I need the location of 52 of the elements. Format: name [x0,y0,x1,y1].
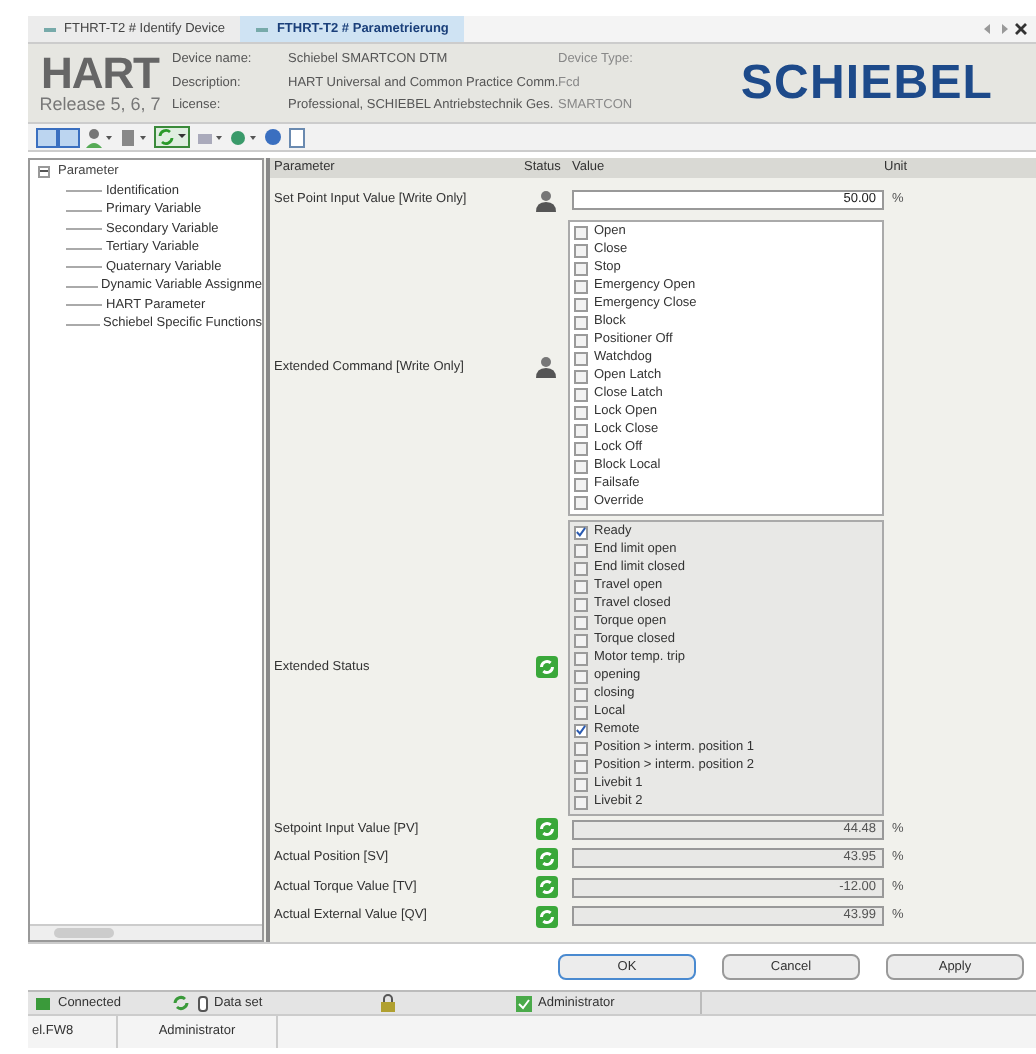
checkbox[interactable] [574,423,588,437]
refresh-icon [535,876,557,899]
lock-icon [380,994,396,1012]
checkbox[interactable] [574,315,588,329]
checkbox[interactable] [574,369,588,383]
checkbox[interactable] [574,495,588,509]
document-icon[interactable] [288,127,306,147]
refresh-icon [535,847,557,870]
refresh-icon [172,994,190,1012]
checkbox[interactable] [574,615,588,629]
checkbox[interactable] [574,243,588,257]
checkbox[interactable] [574,261,588,275]
refresh-icon[interactable] [154,126,190,148]
person-icon [536,356,556,378]
checkbox[interactable] [574,795,588,809]
release-label: Release 5, 6, 7 [39,93,161,113]
checkbox[interactable] [574,525,588,539]
refresh-icon [535,818,557,841]
checkbox[interactable] [574,741,588,755]
checkbox[interactable] [574,651,588,665]
checkbox[interactable] [574,723,588,737]
checkbox[interactable] [574,351,588,365]
checkbox[interactable] [574,543,588,557]
device-icon[interactable] [120,127,148,147]
checkbox[interactable] [574,225,588,239]
brand-logo: SCHIEBEL [740,53,994,113]
checkbox[interactable] [574,579,588,593]
checkbox[interactable] [574,405,588,419]
checkbox[interactable] [574,279,588,293]
person-icon[interactable] [86,127,114,147]
checkbox[interactable] [574,705,588,719]
checkbox[interactable] [574,759,588,773]
checkbox[interactable] [574,687,588,701]
checkbox[interactable] [574,387,588,401]
collapse-toggle[interactable] [38,165,50,178]
checkbox[interactable] [574,669,588,683]
checkbox[interactable] [574,597,588,611]
checkbox[interactable] [574,333,588,347]
checkbox[interactable] [574,477,588,491]
refresh-icon [535,905,557,928]
checkbox[interactable] [574,459,588,473]
checkbox[interactable] [574,297,588,311]
refresh-icon [535,656,557,678]
checkbox[interactable] [574,441,588,455]
checkbox[interactable] [574,561,588,575]
checkbox[interactable] [574,777,588,791]
layout-icon[interactable] [36,127,80,147]
window-controls-icon[interactable] [984,22,1028,36]
hart-logo: HART [41,53,159,93]
horizontal-scrollbar[interactable] [30,924,262,940]
checkbox[interactable] [574,633,588,647]
person-icon [536,189,556,212]
